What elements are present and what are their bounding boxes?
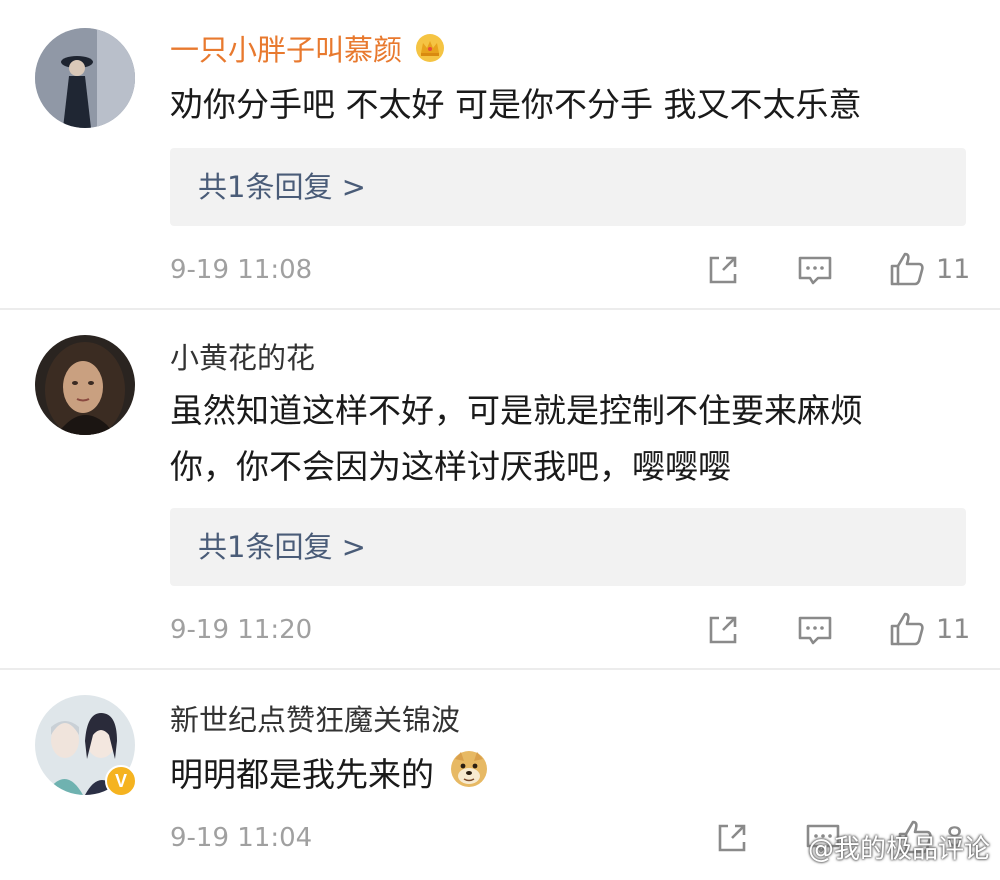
- watermark-text: @我的极品评论: [807, 834, 990, 865]
- share-icon: [718, 824, 746, 852]
- reply-thread-button[interactable]: 共1条回复 >: [170, 148, 966, 226]
- crown-icon: [415, 33, 445, 71]
- share-button[interactable]: [714, 820, 750, 860]
- timestamp: 9-19 11:04: [170, 823, 313, 853]
- like-count: 11: [936, 254, 971, 285]
- share-icon: [709, 256, 737, 284]
- watermark: @我的极品评论: [768, 832, 990, 868]
- share-button[interactable]: [705, 612, 741, 652]
- avatar[interactable]: [35, 335, 135, 435]
- like-button[interactable]: [888, 250, 926, 292]
- comment-icon: [798, 256, 832, 285]
- timestamp: 9-19 11:20: [170, 615, 313, 645]
- verified-badge: V: [105, 765, 137, 797]
- reply-thread-button[interactable]: 共1条回复 >: [170, 508, 966, 586]
- doge-icon: [449, 749, 489, 805]
- reply-count-label: 共1条回复 >: [198, 170, 366, 204]
- weibo-logo-icon: [768, 832, 802, 868]
- username-text: 一只小胖子叫慕颜: [170, 33, 403, 67]
- comment-item: 小黄花的花 虽然知道这样不好，可是就是控制不住要来麻烦 你，你不会因为这样讨厌我…: [0, 310, 1000, 668]
- comment-text-line-2: 你，你不会因为这样讨厌我吧，嘤嘤嘤: [170, 447, 731, 486]
- comment-item: 一只小胖子叫慕颜 劝你分手吧 不太好 可是你不分手 我又不太乐意 共1条回复 >…: [0, 0, 1000, 308]
- share-button[interactable]: [705, 252, 741, 292]
- username[interactable]: 新世纪点赞狂魔关锦波: [170, 702, 460, 738]
- username[interactable]: 一只小胖子叫慕颜: [170, 32, 445, 71]
- comment-text: 劝你分手吧 不太好 可是你不分手 我又不太乐意: [170, 85, 862, 124]
- reply-count-label: 共1条回复 >: [198, 530, 366, 564]
- like-button[interactable]: [888, 610, 926, 652]
- comment-text-content: 明明都是我先来的: [170, 755, 434, 794]
- thumbs-up-icon: [890, 252, 924, 286]
- comment-icon: [798, 616, 832, 645]
- like-count: 11: [936, 614, 971, 645]
- share-icon: [709, 616, 737, 644]
- comment-button[interactable]: [796, 252, 834, 292]
- comment-button[interactable]: [796, 612, 834, 652]
- thumbs-up-icon: [890, 612, 924, 646]
- comment-text: 明明都是我先来的: [170, 748, 489, 805]
- avatar[interactable]: [35, 28, 135, 128]
- username[interactable]: 小黄花的花: [170, 340, 315, 376]
- comment-text-line-1: 虽然知道这样不好，可是就是控制不住要来麻烦: [170, 391, 863, 430]
- timestamp: 9-19 11:08: [170, 255, 313, 285]
